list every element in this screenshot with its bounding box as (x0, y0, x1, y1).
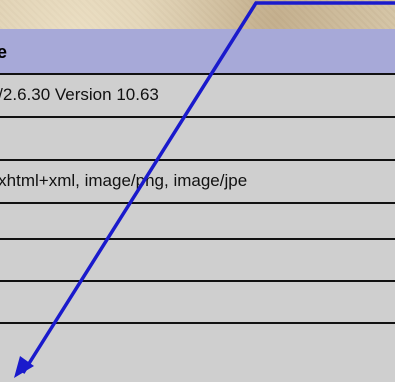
table-row (0, 324, 395, 382)
table-row (0, 204, 395, 240)
table-row: to/2.6.30 Version 10.63 (0, 75, 395, 118)
table-row (0, 240, 395, 282)
table-row (0, 118, 395, 161)
table-header-label: e (0, 29, 7, 73)
header-table: e to/2.6.30 Version 10.63 n/xhtml+xml, i… (0, 29, 395, 382)
table-header: e (0, 29, 395, 75)
table-row: n/xhtml+xml, image/png, image/jpe (0, 161, 395, 204)
table-cell: n/xhtml+xml, image/png, image/jpe (0, 171, 248, 190)
table-row (0, 282, 395, 324)
table-cell: to/2.6.30 Version 10.63 (0, 85, 159, 104)
